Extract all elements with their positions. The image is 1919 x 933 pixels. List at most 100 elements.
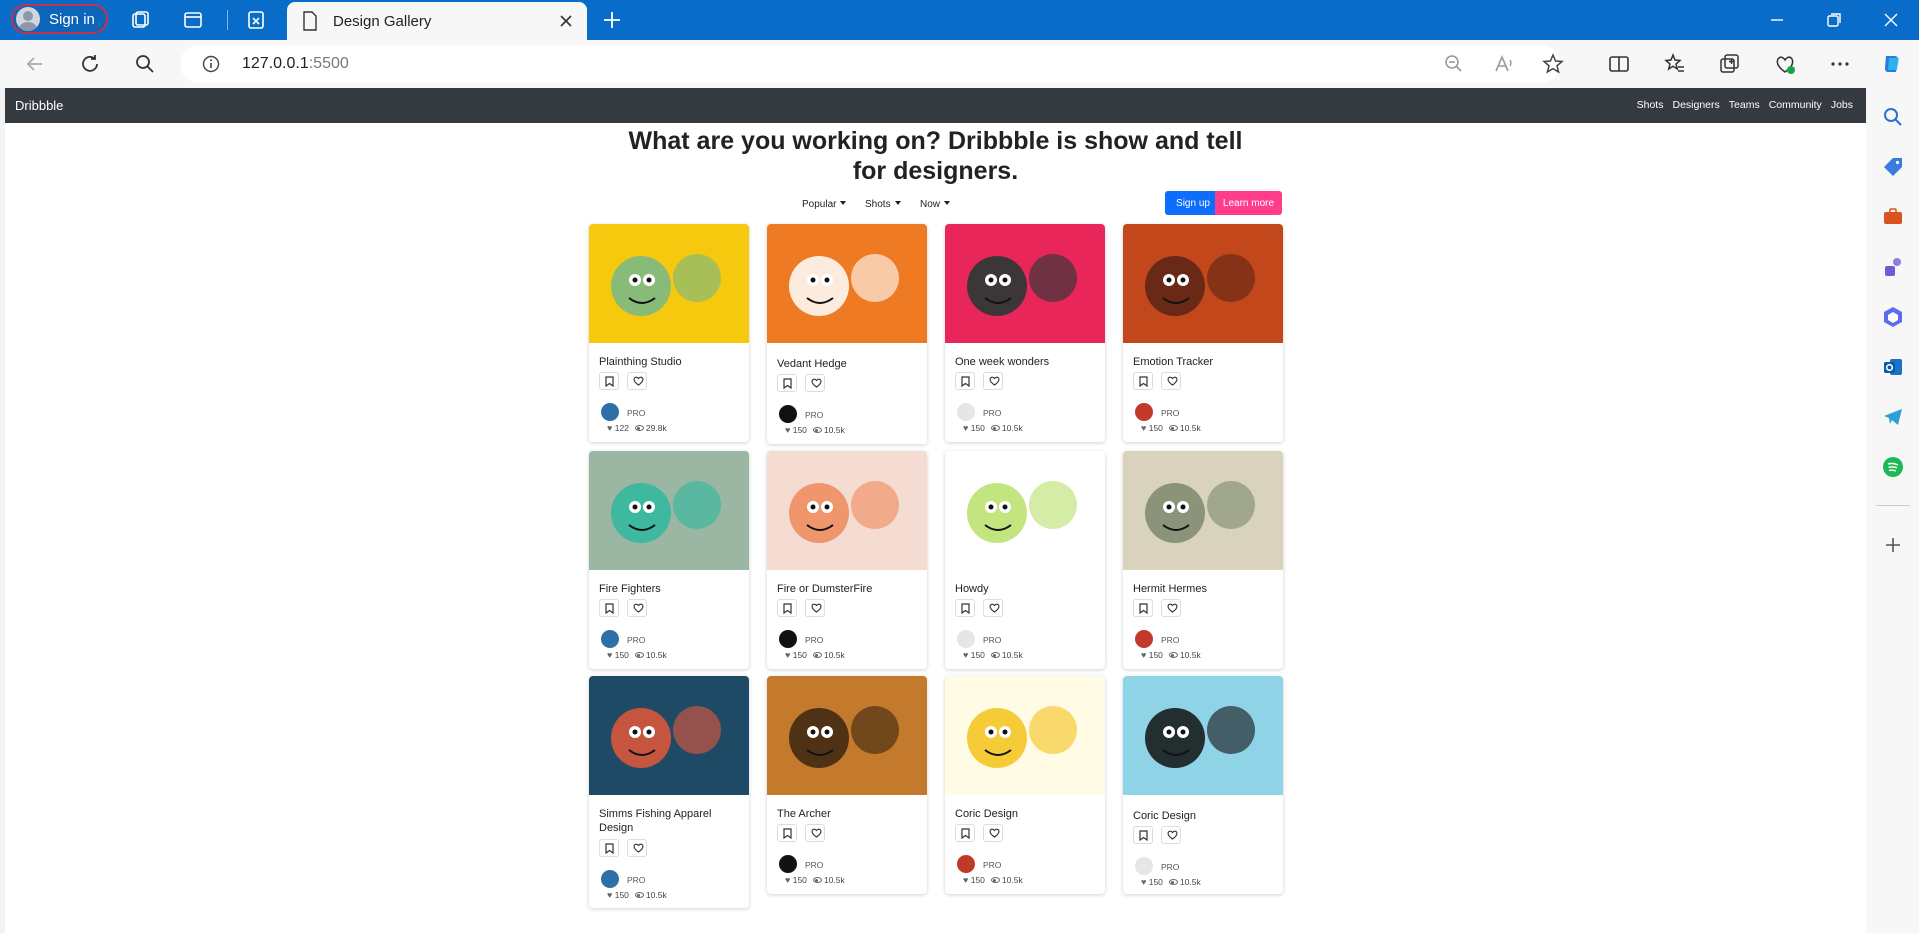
- workspaces-icon[interactable]: [129, 9, 151, 31]
- save-shot-button[interactable]: [777, 824, 797, 842]
- like-shot-button[interactable]: [1161, 372, 1181, 390]
- shot-card[interactable]: Emotion Tracker PRO ♥ 150 10.5k: [1123, 224, 1283, 442]
- shot-card[interactable]: Plainthing Studio PRO ♥ 122 29.8k: [589, 224, 749, 442]
- designer-avatar[interactable]: [601, 630, 619, 648]
- filter-popular-dropdown[interactable]: Popular: [802, 199, 847, 210]
- like-shot-button[interactable]: [1161, 826, 1181, 844]
- shot-card[interactable]: The Archer PRO ♥ 150 10.5k: [767, 676, 927, 894]
- filter-now-dropdown[interactable]: Now: [920, 199, 951, 210]
- more-options-icon[interactable]: [1828, 52, 1852, 76]
- shot-title[interactable]: Fire Fighters: [599, 582, 739, 596]
- collections-tab-icon[interactable]: [245, 9, 267, 31]
- shot-card[interactable]: Coric Design PRO ♥ 150 10.5k: [1123, 676, 1283, 894]
- like-shot-button[interactable]: [983, 824, 1003, 842]
- save-shot-button[interactable]: [777, 374, 797, 392]
- shot-title[interactable]: One week wonders: [955, 355, 1095, 369]
- like-shot-button[interactable]: [627, 839, 647, 857]
- nav-link-designers[interactable]: Designers: [1672, 99, 1719, 111]
- shot-thumbnail[interactable]: [589, 224, 749, 343]
- shot-thumbnail[interactable]: [589, 676, 749, 795]
- nav-link-jobs[interactable]: Jobs: [1831, 99, 1853, 111]
- shot-thumbnail[interactable]: [767, 224, 927, 343]
- microsoft365-icon[interactable]: [1881, 305, 1905, 329]
- shot-card[interactable]: Fire Fighters PRO ♥ 150 10.5k: [589, 451, 749, 669]
- read-aloud-icon[interactable]: [1492, 52, 1516, 76]
- designer-avatar[interactable]: [601, 403, 619, 421]
- shot-card[interactable]: Hermit Hermes PRO ♥ 150 10.5k: [1123, 451, 1283, 669]
- save-shot-button[interactable]: [599, 372, 619, 390]
- save-shot-button[interactable]: [1133, 826, 1153, 844]
- designer-avatar[interactable]: [957, 403, 975, 421]
- shot-card[interactable]: Simms Fishing Apparel Design PRO ♥ 150 10.5…: [589, 676, 749, 908]
- shot-title[interactable]: Vedant Hedge: [777, 357, 917, 371]
- site-info-icon[interactable]: [202, 55, 220, 73]
- shot-thumbnail[interactable]: [1123, 224, 1283, 343]
- shot-thumbnail[interactable]: [1123, 451, 1283, 570]
- favorites-icon[interactable]: [1663, 52, 1687, 76]
- designer-avatar[interactable]: [957, 630, 975, 648]
- shot-thumbnail[interactable]: [589, 451, 749, 570]
- designer-avatar[interactable]: [779, 630, 797, 648]
- site-brand[interactable]: Dribbble: [15, 98, 63, 113]
- like-shot-button[interactable]: [805, 599, 825, 617]
- filter-shots-dropdown[interactable]: Shots: [865, 199, 901, 210]
- nav-link-teams[interactable]: Teams: [1729, 99, 1760, 111]
- restore-icon[interactable]: [1823, 9, 1845, 31]
- minimize-icon[interactable]: [1766, 9, 1788, 31]
- shot-title[interactable]: Hermit Hermes: [1133, 582, 1273, 596]
- favorite-star-icon[interactable]: [1541, 52, 1565, 76]
- designer-avatar[interactable]: [1135, 857, 1153, 875]
- designer-avatar[interactable]: [1135, 403, 1153, 421]
- spotify-icon[interactable]: [1881, 455, 1905, 479]
- new-tab-icon[interactable]: [600, 8, 624, 32]
- like-shot-button[interactable]: [627, 599, 647, 617]
- learn-more-button[interactable]: Learn more: [1215, 191, 1282, 215]
- outlook-icon[interactable]: [1881, 355, 1905, 379]
- shot-card[interactable]: Fire or DumsterFire PRO ♥ 150 10.5k: [767, 451, 927, 669]
- copilot-icon[interactable]: [1880, 52, 1904, 76]
- save-shot-button[interactable]: [599, 599, 619, 617]
- shot-title[interactable]: Coric Design: [955, 807, 1095, 821]
- sidebar-add-icon[interactable]: [1881, 533, 1905, 557]
- like-shot-button[interactable]: [983, 372, 1003, 390]
- shot-thumbnail[interactable]: [945, 676, 1105, 795]
- search-icon[interactable]: [133, 52, 157, 76]
- shot-card[interactable]: Vedant Hedge PRO ♥ 150 10.5k: [767, 224, 927, 444]
- shot-title[interactable]: Howdy: [955, 582, 1095, 596]
- designer-avatar[interactable]: [779, 855, 797, 873]
- shot-thumbnail[interactable]: [945, 224, 1105, 343]
- save-shot-button[interactable]: [777, 599, 797, 617]
- save-shot-button[interactable]: [599, 839, 619, 857]
- save-shot-button[interactable]: [955, 824, 975, 842]
- nav-link-shots[interactable]: Shots: [1637, 99, 1664, 111]
- refresh-icon[interactable]: [78, 52, 102, 76]
- tab-design-gallery[interactable]: Design Gallery: [287, 2, 587, 40]
- shopping-tag-icon[interactable]: [1881, 155, 1905, 179]
- save-shot-button[interactable]: [1133, 599, 1153, 617]
- nav-link-community[interactable]: Community: [1769, 99, 1822, 111]
- like-shot-button[interactable]: [627, 372, 647, 390]
- address-bar[interactable]: 127.0.0.1:5500: [180, 45, 1564, 83]
- save-shot-button[interactable]: [1133, 372, 1153, 390]
- shot-title[interactable]: Emotion Tracker: [1133, 355, 1273, 369]
- shot-thumbnail[interactable]: [945, 451, 1105, 570]
- browser-essentials-icon[interactable]: [1773, 52, 1797, 76]
- collections-icon[interactable]: [1718, 52, 1742, 76]
- sidebar-search-icon[interactable]: [1881, 105, 1905, 129]
- save-shot-button[interactable]: [955, 599, 975, 617]
- shot-title[interactable]: Plainthing Studio: [599, 355, 739, 369]
- designer-avatar[interactable]: [957, 855, 975, 873]
- shot-title[interactable]: The Archer: [777, 807, 917, 821]
- shot-thumbnail[interactable]: [767, 451, 927, 570]
- profile-signin-button[interactable]: Sign in: [11, 4, 108, 34]
- like-shot-button[interactable]: [1161, 599, 1181, 617]
- shot-thumbnail[interactable]: [767, 676, 927, 795]
- shot-title[interactable]: Simms Fishing Apparel Design: [599, 807, 739, 835]
- shot-title[interactable]: Fire or DumsterFire: [777, 582, 917, 596]
- split-screen-icon[interactable]: [1607, 52, 1631, 76]
- tools-briefcase-icon[interactable]: [1881, 205, 1905, 229]
- tab-actions-icon[interactable]: [182, 9, 204, 31]
- designer-avatar[interactable]: [779, 405, 797, 423]
- save-shot-button[interactable]: [955, 372, 975, 390]
- zoom-out-icon[interactable]: [1442, 52, 1466, 76]
